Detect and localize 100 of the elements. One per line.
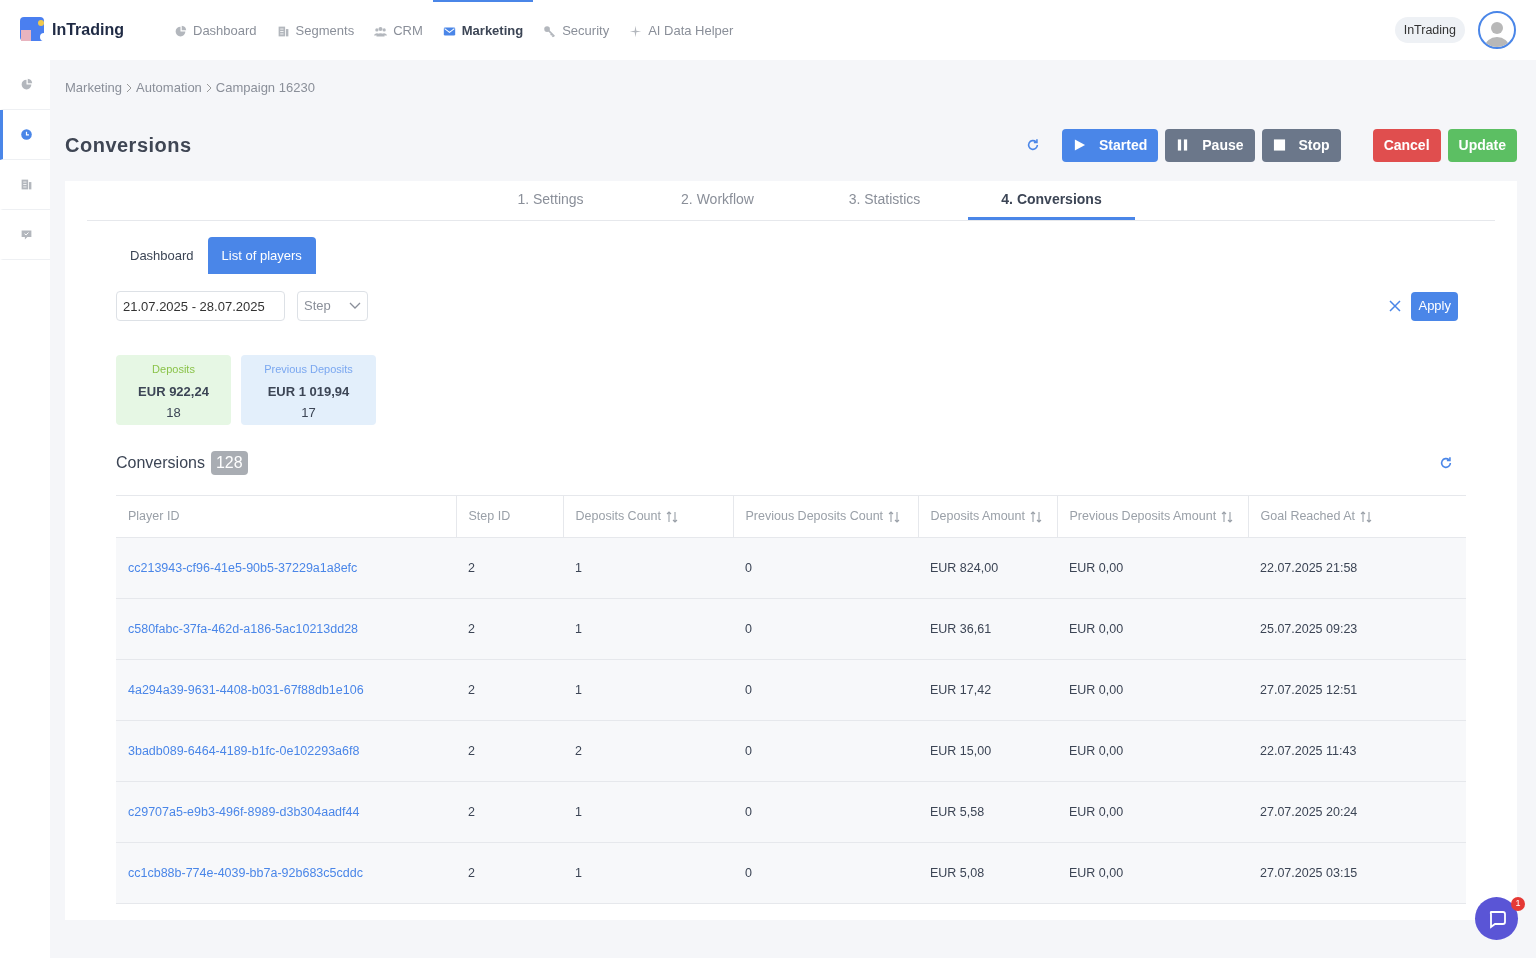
sort-icon[interactable] — [888, 510, 901, 523]
nav-link[interactable]: Segments — [266, 0, 365, 60]
table-cell: EUR 0,00 — [1057, 842, 1248, 904]
update-button[interactable]: Update — [1447, 128, 1517, 162]
column-header[interactable]: Previous Deposits Count — [733, 495, 918, 538]
envelope-icon — [442, 24, 456, 38]
refresh-icon[interactable] — [1026, 138, 1041, 152]
chevron-down-icon — [349, 302, 361, 310]
nav-link[interactable]: CRM — [364, 0, 433, 60]
table-cell: 27.07.2025 03:15 — [1248, 842, 1466, 904]
nav-link[interactable]: Marketing — [432, 0, 534, 60]
key-icon — [543, 24, 557, 38]
sort-icon[interactable] — [1030, 510, 1042, 523]
table-cell: EUR 0,00 — [1057, 537, 1248, 599]
table-cell: EUR 17,42 — [918, 659, 1057, 721]
chevron-icon — [125, 82, 134, 93]
breadcrumb-link[interactable]: Campaign 16230 — [215, 77, 315, 98]
people-icon — [374, 24, 388, 38]
nav-link[interactable]: Dashboard — [164, 0, 267, 60]
table-cell: 22.07.2025 21:58 — [1248, 537, 1466, 599]
table-cell: EUR 5,08 — [918, 842, 1057, 904]
column-header[interactable]: Deposits Amount — [918, 495, 1057, 538]
subtab[interactable]: List of players — [207, 237, 316, 274]
table-cell: 0 — [733, 781, 918, 843]
sort-icon[interactable] — [1221, 510, 1234, 523]
table-cell: 0 — [733, 659, 918, 721]
table-cell: EUR 0,00 — [1057, 598, 1248, 660]
table-cell: EUR 0,00 — [1057, 659, 1248, 721]
table-cell: EUR 5,58 — [918, 781, 1057, 843]
player-id-link[interactable]: c29707a5-e9b3-496f-8989-d3b304aadf44 — [116, 781, 456, 843]
document-icon — [20, 178, 33, 191]
apply-button[interactable]: Apply — [1411, 291, 1458, 321]
sparkle-icon — [629, 24, 643, 38]
table-cell: EUR 0,00 — [1057, 781, 1248, 843]
tab[interactable]: 3. Statistics — [801, 181, 968, 220]
table-cell: 1 — [563, 842, 733, 904]
date-range-field[interactable]: 21.07.2025 - 28.07.2025 — [116, 291, 285, 321]
refresh-icon[interactable] — [1439, 456, 1453, 470]
start-button[interactable]: Started — [1062, 128, 1159, 162]
stat-amount: EUR 922,24 — [138, 382, 209, 401]
tab[interactable]: 1. Settings — [467, 181, 634, 220]
breadcrumb-link[interactable]: Marketing — [65, 77, 123, 98]
table-cell: 0 — [733, 598, 918, 660]
sidebar-item[interactable] — [0, 110, 50, 160]
avatar[interactable] — [1478, 11, 1516, 49]
table-cell: 1 — [563, 598, 733, 660]
table-cell: 22.07.2025 11:43 — [1248, 720, 1466, 782]
table-cell: EUR 824,00 — [918, 537, 1057, 599]
page-title: Conversions — [65, 133, 192, 158]
table-cell: 25.07.2025 09:23 — [1248, 598, 1466, 660]
logo-icon — [20, 17, 46, 43]
stat-count: 17 — [301, 404, 316, 422]
pie-chart-icon — [20, 78, 33, 91]
notification-badge: 1 — [1511, 897, 1525, 911]
clear-icon[interactable] — [1389, 300, 1402, 312]
table-cell: 1 — [563, 537, 733, 599]
sort-icon[interactable] — [665, 510, 678, 523]
player-id-link[interactable]: c580fabc-37fa-462d-a186-5ac10213dd28 — [116, 598, 456, 660]
chevron-icon — [204, 82, 213, 93]
table-cell: 2 — [456, 781, 563, 843]
brand-name: InTrading — [52, 20, 124, 40]
nav-link[interactable]: AI Data Helper — [619, 0, 744, 60]
account-chip[interactable]: InTrading — [1394, 16, 1465, 44]
table-cell: 27.07.2025 20:24 — [1248, 781, 1466, 843]
nav-link[interactable]: Security — [533, 0, 620, 60]
table-cell: EUR 36,61 — [918, 598, 1057, 660]
player-id-link[interactable]: 3badb089-6464-4189-b1fc-0e102293a6f8 — [116, 720, 456, 782]
table-cell: 2 — [456, 842, 563, 904]
tab[interactable]: 4. Conversions — [968, 181, 1135, 220]
subtab[interactable]: Dashboard — [116, 237, 208, 274]
breadcrumb-link[interactable]: Automation — [136, 77, 202, 98]
column-header[interactable]: Deposits Count — [563, 495, 733, 538]
player-id-link[interactable]: cc213943-cf96-41e5-90b5-37229a1a8efc — [116, 537, 456, 599]
clock-icon — [20, 128, 33, 141]
section-title: Conversions — [116, 453, 205, 473]
player-id-link[interactable]: cc1cb88b-774e-4039-bb7a-92b683c5cddc — [116, 842, 456, 904]
stop-icon — [1272, 138, 1286, 152]
tab[interactable]: 2. Workflow — [634, 181, 801, 220]
column-header: Player ID — [116, 495, 456, 538]
document-icon — [276, 24, 290, 38]
table-cell: 2 — [456, 598, 563, 660]
column-header[interactable]: Goal Reached At — [1248, 495, 1466, 538]
sort-icon[interactable] — [1360, 510, 1372, 523]
chat-icon — [20, 228, 33, 241]
table-cell: 2 — [563, 720, 733, 782]
player-id-link[interactable]: 4a294a39-9631-4408-b031-67f88db1e106 — [116, 659, 456, 721]
step-dropdown[interactable]: Step — [297, 291, 368, 321]
column-header[interactable]: Previous Deposits Amount — [1057, 495, 1248, 538]
pause-icon — [1176, 138, 1190, 152]
table-cell: EUR 0,00 — [1057, 720, 1248, 782]
count-badge: 128 — [210, 451, 248, 475]
stop-button[interactable]: Stop — [1261, 128, 1341, 162]
cancel-button[interactable]: Cancel — [1372, 128, 1441, 162]
column-header: Step ID — [456, 495, 563, 538]
pause-button[interactable]: Pause — [1165, 128, 1255, 162]
play-icon — [1073, 138, 1087, 152]
stat-label: Previous Deposits — [264, 362, 353, 377]
table-cell: 1 — [563, 659, 733, 721]
table-cell: 2 — [456, 537, 563, 599]
stat-count: 18 — [166, 404, 181, 422]
